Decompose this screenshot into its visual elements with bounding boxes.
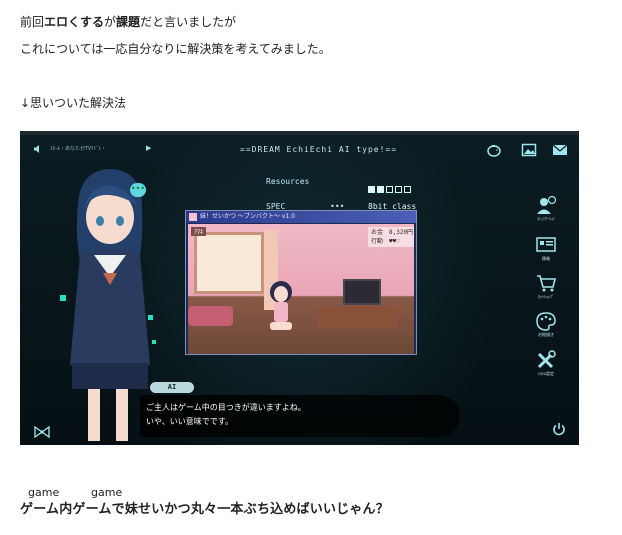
menu-communication[interactable]: ｺﾐｭﾆｹｰｼｮﾝ (525, 195, 567, 222)
menu-label: ｺﾐｭﾆｹｰｼｮﾝ (537, 216, 555, 221)
room-desk (318, 306, 398, 328)
bold-text: エロくする (44, 15, 105, 29)
menu-info[interactable]: 情報 (525, 235, 567, 262)
money-readout: お金 8,320円 (371, 229, 414, 236)
mail-icon[interactable] (552, 142, 568, 158)
piggy-bank-icon[interactable] (486, 142, 502, 158)
room-stats: お金 8,320円 行動 ♥♥♡ (368, 227, 414, 247)
text-segment: 前回 (20, 15, 45, 29)
resources-box (386, 186, 393, 193)
resources-box (368, 186, 375, 193)
room-window (194, 232, 264, 294)
room-tv (343, 279, 381, 305)
paragraph-2: これについては一応自分なりに解決策を考えてみました。 (20, 42, 331, 56)
card-icon (535, 235, 557, 255)
power-icon[interactable] (552, 421, 566, 436)
inner-game-window: 妹！せいかつ ～ブンバクト～ v1.0 ｱﾏﾈ お金 8,320円 行動 ♥♥♡ (185, 210, 417, 355)
menu-system-settings[interactable]: ｼｽﾃﾑ設定 (525, 350, 567, 377)
paragraph-3: ↓思いついた解決法 (20, 96, 127, 110)
ai-name-tag: AI (150, 382, 194, 393)
room-sofa (188, 306, 233, 326)
ribbon-icon[interactable] (34, 423, 50, 439)
action-readout: 行動 ♥♥♡ (371, 238, 400, 245)
room-scene: ｱﾏﾈ お金 8,320円 行動 ♥♥♡ (188, 224, 414, 354)
article: 前回エロくするが課題だと言いましたが これについては一応自分なりに解決策を考えて… (0, 0, 622, 535)
palette-icon (535, 311, 557, 331)
menu-label: 情報 (542, 256, 550, 261)
image-gallery-icon[interactable] (521, 142, 537, 158)
topbar-text: ｽﾀｰﾙ・あなたがTVｸﾄﾞﾋ・ (50, 146, 107, 152)
text-segment: が (104, 15, 117, 29)
character-name-tag: ｱﾏﾈ (191, 227, 207, 236)
dialog-line-1: ご主人はゲーム中の目つきが違いますよね。 (146, 403, 306, 412)
speaker-icon (33, 144, 43, 154)
tools-icon (535, 350, 557, 370)
paragraph-1: 前回エロくするが課題だと言いましたが (20, 14, 236, 30)
text-segment: だと言いましたが (140, 15, 237, 29)
menu-label: ﾈｯﾄｼｮｯﾌﾟ (538, 294, 554, 299)
resources-label: Resources (266, 177, 310, 186)
game-screenshot: ｽﾀｰﾙ・あなたがTVｸﾄﾞﾋ・ ▶ ==DREAM EchiEchi AI t… (20, 131, 579, 445)
menu-label: ｼｽﾃﾑ設定 (538, 371, 554, 376)
game-title: ==DREAM EchiEchi AI type!== (240, 145, 398, 154)
resources-box (377, 186, 384, 193)
resources-box (404, 186, 411, 193)
menu-label: お絵描き (538, 332, 554, 337)
play-icon: ▶ (146, 144, 152, 152)
menu-drawing[interactable]: お絵描き (525, 311, 567, 338)
cart-icon (535, 273, 557, 293)
menu-net-shop[interactable]: ﾈｯﾄｼｮｯﾌﾟ (525, 273, 567, 300)
dialog-line-2: いや、いい意味でです。 (146, 417, 233, 426)
headline: ゲーム内ゲームで妹せいかつ丸々一本ぶち込めばいいじゃん？ (20, 502, 389, 517)
bold-text: 課題 (116, 15, 141, 29)
resources-meter (368, 178, 413, 197)
chat-bubble-icon: ••• (130, 183, 146, 197)
room-girl-illustration (266, 280, 296, 340)
user-chat-icon (535, 195, 557, 215)
inner-window-title: 妹！せいかつ ～ブンバクト～ v1.0 (186, 211, 416, 223)
resources-box (395, 186, 402, 193)
